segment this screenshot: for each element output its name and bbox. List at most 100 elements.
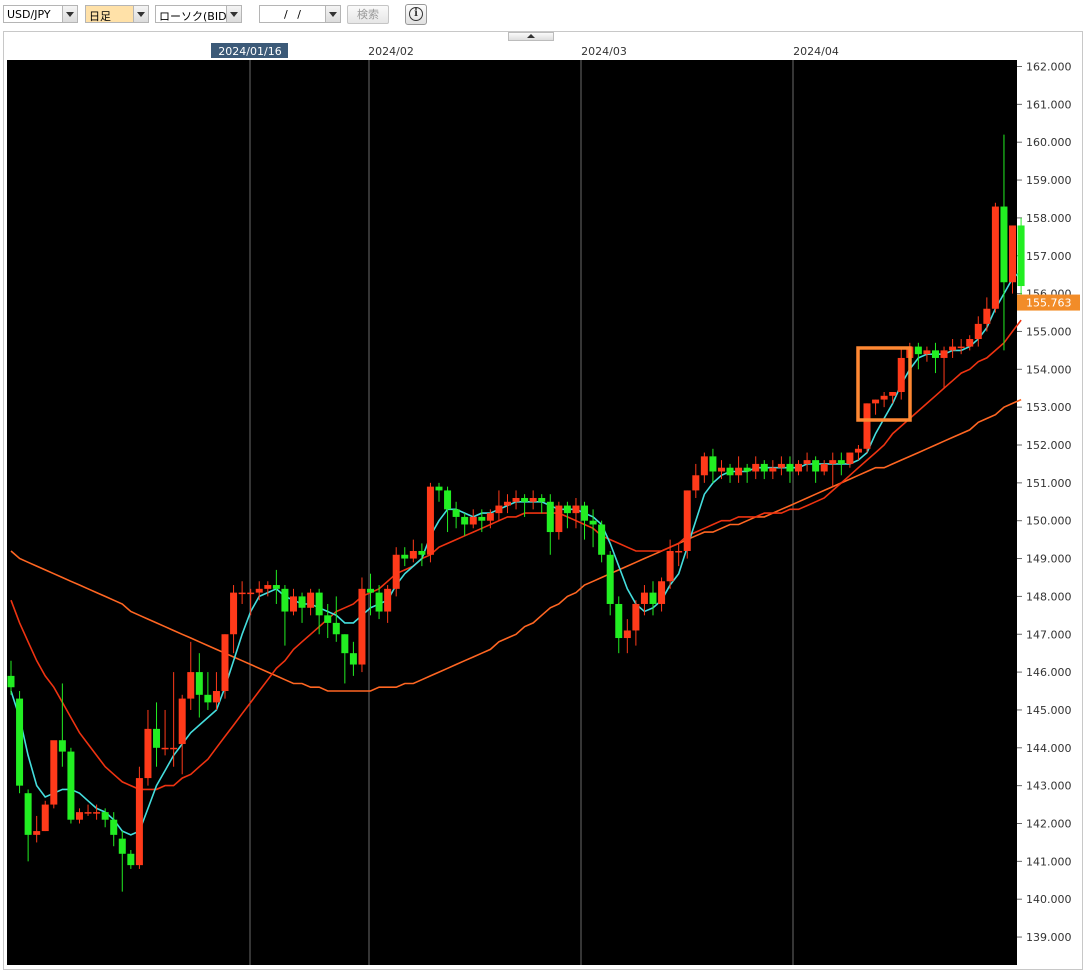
candle-body <box>803 460 811 464</box>
candle-body <box>957 346 965 349</box>
candle-body <box>974 323 982 340</box>
candle <box>221 634 229 699</box>
candle-body <box>255 588 263 593</box>
candle-body <box>709 456 717 472</box>
candle <box>991 202 999 313</box>
candle-body <box>332 622 340 635</box>
candle <box>1017 217 1025 298</box>
candle-body <box>178 698 186 745</box>
candle <box>358 577 366 673</box>
candle-body <box>521 497 529 502</box>
candle-body <box>307 592 315 608</box>
candle-body <box>324 615 332 623</box>
candle-body <box>289 596 297 612</box>
candle-body <box>161 747 169 750</box>
y-tick-label: 154.000 <box>1026 363 1072 376</box>
candle-body <box>358 588 366 665</box>
candle-body <box>598 524 606 555</box>
candle-body <box>204 694 212 703</box>
y-tick-label: 152.000 <box>1026 439 1072 452</box>
candle-body <box>418 550 426 555</box>
candle-body <box>812 460 820 472</box>
candle-body <box>426 486 434 555</box>
candle-body <box>735 467 743 476</box>
candle <box>683 490 691 559</box>
candle-body <box>563 505 571 514</box>
y-tick-label: 155.000 <box>1026 325 1072 338</box>
candle-body <box>983 308 991 324</box>
candle-body <box>135 778 143 866</box>
candle-body <box>247 592 255 595</box>
candle-body <box>1017 225 1025 287</box>
candle-body <box>777 463 785 468</box>
candle-body <box>795 463 803 472</box>
candle-body <box>623 630 631 639</box>
candle-body <box>872 399 880 404</box>
candle-body <box>940 350 948 358</box>
candle-body <box>401 554 409 559</box>
x-tick-label: 2024/04 <box>793 45 839 58</box>
candle-body <box>931 350 939 358</box>
candle-body <box>435 486 443 491</box>
candle-body <box>769 467 777 472</box>
candle-body <box>392 554 400 589</box>
candle-body <box>675 550 683 553</box>
candle <box>16 691 24 794</box>
candle-body <box>315 592 323 616</box>
candle-body <box>820 463 828 472</box>
candle-body <box>589 520 597 525</box>
candle-body <box>880 395 888 400</box>
candle-body <box>341 634 349 654</box>
candle-body <box>153 728 161 748</box>
y-tick-label: 148.000 <box>1026 590 1072 603</box>
candle-body <box>67 751 75 820</box>
candle-body <box>615 603 623 639</box>
candle-body <box>760 463 768 472</box>
y-tick-label: 158.000 <box>1026 212 1072 225</box>
candle-body <box>1000 206 1008 283</box>
candle-body <box>384 588 392 612</box>
candle-body <box>110 819 118 835</box>
candle-body <box>752 463 760 472</box>
candle-body <box>212 691 220 703</box>
candle-body <box>349 653 357 665</box>
candle-body <box>367 588 375 593</box>
candle-body <box>863 403 871 449</box>
time-axis <box>7 43 1080 60</box>
y-tick-label: 139.000 <box>1026 931 1072 944</box>
candle-body <box>187 672 195 699</box>
candle-body <box>529 497 537 502</box>
x-tick-label: 2024/02 <box>368 45 414 58</box>
candle-body <box>632 603 640 631</box>
candle-body <box>914 346 922 355</box>
candle-body <box>829 460 837 464</box>
candle-body <box>683 490 691 551</box>
candle-body <box>298 596 306 608</box>
candle-body <box>581 505 589 521</box>
plot-area <box>7 60 1017 965</box>
candle-body <box>949 346 957 351</box>
candle-body <box>786 463 794 472</box>
candle-body <box>170 747 178 750</box>
candle-body <box>444 490 452 510</box>
candle-body <box>923 350 931 355</box>
candle-body <box>230 592 238 635</box>
y-tick-label: 150.000 <box>1026 515 1072 528</box>
candle-body <box>84 812 92 814</box>
candle-body <box>649 592 657 604</box>
candle-body <box>1009 225 1017 283</box>
candle-body <box>837 460 845 464</box>
candle-body <box>118 838 126 854</box>
candle-body <box>846 452 854 464</box>
candle <box>41 800 49 832</box>
y-tick-label: 162.000 <box>1026 61 1072 74</box>
candle-body <box>966 339 974 347</box>
candle-body <box>555 505 563 533</box>
y-tick-label: 142.000 <box>1026 818 1072 831</box>
candle-body <box>889 392 897 396</box>
candle-body <box>854 448 862 453</box>
y-tick-label: 145.000 <box>1026 704 1072 717</box>
candle-body <box>50 740 58 805</box>
candle-body <box>897 357 905 393</box>
y-tick-label: 143.000 <box>1026 780 1072 793</box>
